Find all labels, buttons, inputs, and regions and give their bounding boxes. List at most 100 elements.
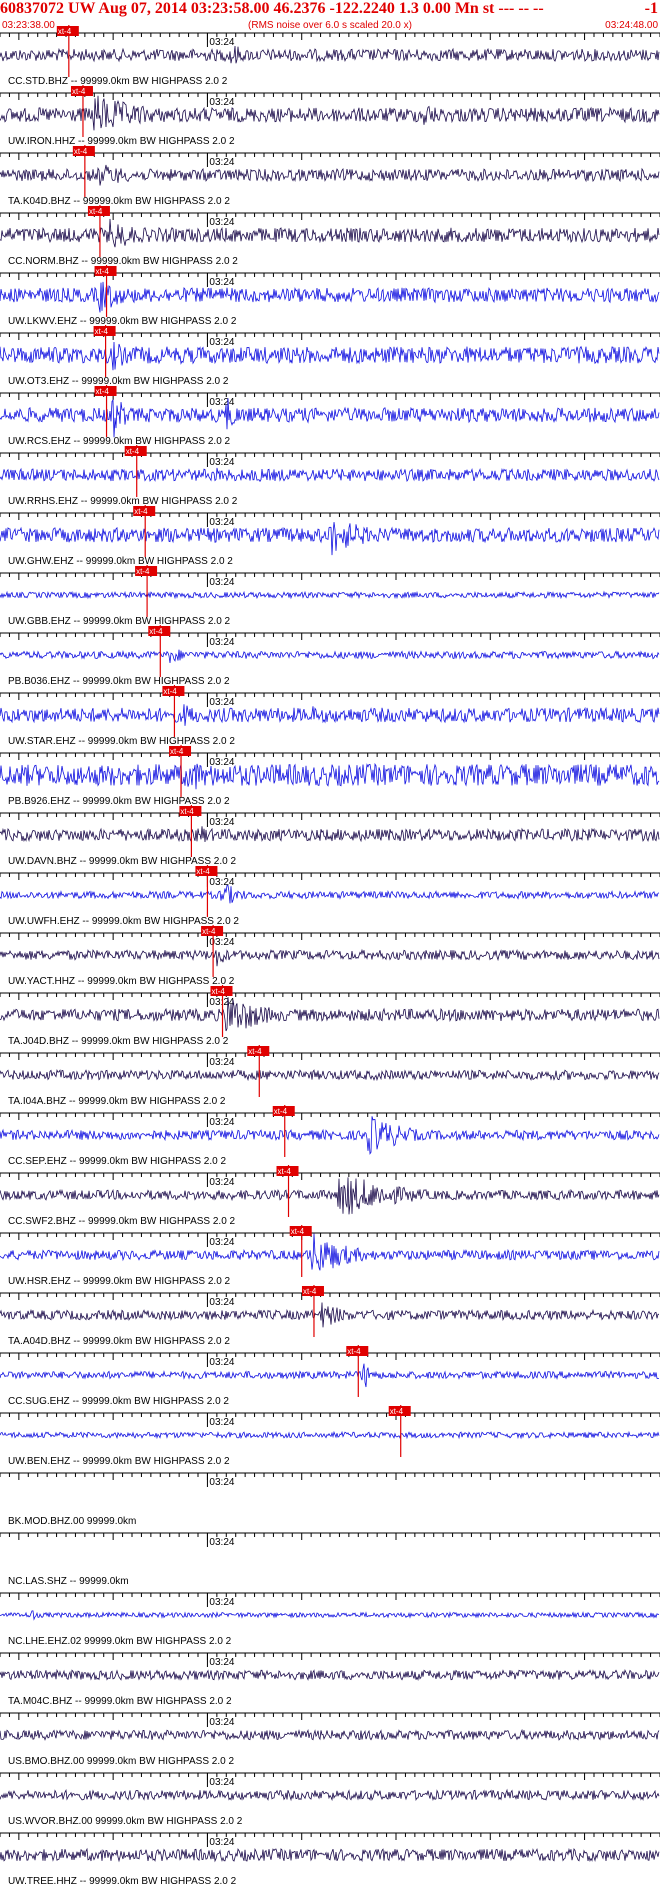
pick-label: xt-4 (96, 267, 110, 276)
waveform-trace (0, 281, 660, 313)
waveform-trace (0, 948, 660, 967)
station-label: UW.TREE.HHZ -- 99999.0km BW HIGHPASS 2.0… (8, 1876, 237, 1887)
station-label: UW.DAVN.BHZ -- 99999.0km BW HIGHPASS 2.0… (8, 856, 236, 867)
pick-label: xt-4 (72, 87, 86, 96)
station-label: UW.RCS.EHZ -- 99999.0km BW HIGHPASS 2.0 … (8, 436, 231, 447)
minute-tick-label: 03:24 (209, 37, 234, 48)
pick-label: xt-4 (303, 1287, 317, 1296)
station-label: UW.IRON.HHZ -- 99999.0km BW HIGHPASS 2.0… (8, 136, 235, 147)
pick-label: xt-4 (163, 687, 177, 696)
minute-tick-label: 03:24 (209, 157, 234, 168)
minute-tick-label: 03:24 (209, 337, 234, 348)
minute-tick-label: 03:24 (209, 1057, 234, 1068)
minute-tick-label: 03:24 (209, 97, 234, 108)
pick-label: xt-4 (96, 387, 110, 396)
pick-label: xt-4 (291, 1227, 305, 1236)
minute-tick-label: 03:24 (209, 1477, 234, 1488)
waveform-trace (0, 884, 660, 904)
waveform-trace (0, 218, 660, 248)
waveform-trace (0, 341, 660, 371)
minute-tick-label: 03:24 (209, 277, 234, 288)
pick-label: xt-4 (212, 987, 226, 996)
station-label: UW.GBB.EHZ -- 99999.0km BW HIGHPASS 2.0 … (8, 616, 231, 627)
pick-label: xt-4 (278, 1167, 292, 1176)
waveform-trace (0, 649, 660, 664)
pick-label: xt-4 (248, 1047, 262, 1056)
waveform-trace (0, 1177, 660, 1215)
waveform-trace (0, 398, 660, 438)
waveform-trace (0, 164, 660, 186)
pick-label: xt-4 (126, 447, 140, 456)
station-label: PB.B926.EHZ -- 99999.0km BW HIGHPASS 2.0… (8, 796, 230, 807)
station-label: UW.BEN.EHZ -- 99999.0km BW HIGHPASS 2.0 … (8, 1456, 230, 1467)
waveform-trace (0, 45, 660, 64)
pick-label: xt-4 (180, 807, 194, 816)
station-label: UW.GHW.EHZ -- 99999.0km BW HIGHPASS 2.0 … (8, 556, 233, 567)
pick-label: xt-4 (170, 747, 184, 756)
pick-label: xt-4 (136, 567, 150, 576)
station-label: UW.HSR.EHZ -- 99999.0km BW HIGHPASS 2.0 … (8, 1276, 231, 1287)
waveform-trace (0, 1233, 660, 1271)
minute-tick-label: 03:24 (209, 1777, 234, 1788)
waveform-trace (0, 1069, 660, 1082)
station-label: BK.MOD.BHZ.00 99999.0km (8, 1516, 136, 1527)
minute-tick-label: 03:24 (209, 1117, 234, 1128)
minute-tick-label: 03:24 (209, 517, 234, 528)
station-label: NC.LHE.EHZ.02 99999.0km BW HIGHPASS 2.0 … (8, 1636, 232, 1647)
waveform-trace (0, 522, 660, 556)
station-label: TA.K04D.BHZ -- 99999.0km BW HIGHPASS 2.0… (8, 196, 230, 207)
minute-tick-label: 03:24 (209, 1657, 234, 1668)
minute-tick-label: 03:24 (209, 1597, 234, 1608)
waveform-trace (0, 1728, 660, 1741)
minute-tick-label: 03:24 (209, 697, 234, 708)
station-label: UW.OT3.EHZ -- 99999.0km BW HIGHPASS 2.0 … (8, 376, 229, 387)
waveform-trace (0, 1363, 659, 1388)
station-label: CC.SEP.EHZ -- 99999.0km BW HIGHPASS 2.0 … (8, 1156, 226, 1167)
minute-tick-label: 03:24 (209, 1417, 234, 1428)
minute-tick-label: 03:24 (209, 1537, 234, 1548)
minute-tick-label: 03:24 (209, 397, 234, 408)
minute-tick-label: 03:24 (209, 1717, 234, 1728)
minute-tick-label: 03:24 (209, 757, 234, 768)
station-label: TA.A04D.BHZ -- 99999.0km BW HIGHPASS 2.0… (8, 1336, 230, 1347)
station-label: NC.LAS.SHZ -- 99999.0km (8, 1576, 129, 1587)
waveform-trace (0, 997, 660, 1032)
waveform-trace (0, 1847, 660, 1863)
waveform-trace (0, 1302, 659, 1328)
waveform-trace (0, 704, 660, 726)
minute-tick-label: 03:24 (209, 1237, 234, 1248)
minute-tick-label: 03:24 (209, 1177, 234, 1188)
minute-tick-label: 03:24 (209, 817, 234, 828)
record-section-plot: 03:24xt-4CC.STD.BHZ -- 99999.0km BW HIGH… (0, 25, 660, 1887)
minute-tick-label: 03:24 (209, 457, 234, 468)
pick-label: xt-4 (202, 927, 216, 936)
minute-tick-label: 03:24 (209, 1357, 234, 1368)
station-label: TA.J04D.BHZ -- 99999.0km BW HIGHPASS 2.0… (8, 1036, 229, 1047)
station-label: UW.LKWV.EHZ -- 99999.0km BW HIGHPASS 2.0… (8, 316, 237, 327)
pick-label: xt-4 (58, 27, 72, 36)
minute-tick-label: 03:24 (209, 1297, 234, 1308)
minute-tick-label: 03:24 (209, 1837, 234, 1848)
station-label: CC.NORM.BHZ -- 99999.0km BW HIGHPASS 2.0… (8, 256, 238, 267)
station-label: CC.SUG.EHZ -- 99999.0km BW HIGHPASS 2.0 … (8, 1396, 229, 1407)
pick-label: xt-4 (149, 627, 163, 636)
station-label: TA.I04A.BHZ -- 99999.0km BW HIGHPASS 2.0… (8, 1096, 226, 1107)
pick-label: xt-4 (134, 507, 148, 516)
station-label: CC.SWF2.BHZ -- 99999.0km BW HIGHPASS 2.0… (8, 1216, 236, 1227)
waveform-trace (0, 95, 660, 131)
waveform-trace (0, 1430, 660, 1440)
waveform-trace (0, 1116, 660, 1155)
minute-tick-label: 03:24 (209, 577, 234, 588)
pick-label: xt-4 (390, 1407, 404, 1416)
station-label: UW.RRHS.EHZ -- 99999.0km BW HIGHPASS 2.0… (8, 496, 238, 507)
station-label: US.BMO.BHZ.00 99999.0km BW HIGHPASS 2.0 … (8, 1756, 234, 1767)
station-label: PB.B036.EHZ -- 99999.0km BW HIGHPASS 2.0… (8, 676, 230, 687)
waveform-trace (0, 1610, 660, 1621)
waveform-trace (0, 467, 660, 483)
minute-tick-label: 03:24 (209, 637, 234, 648)
pick-label: xt-4 (89, 207, 103, 216)
station-label: CC.STD.BHZ -- 99999.0km BW HIGHPASS 2.0 … (8, 76, 228, 87)
station-label: UW.UWFH.EHZ -- 99999.0km BW HIGHPASS 2.0… (8, 916, 239, 927)
station-label: UW.STAR.EHZ -- 99999.0km BW HIGHPASS 2.0… (8, 736, 235, 747)
waveform-trace (0, 1668, 660, 1682)
